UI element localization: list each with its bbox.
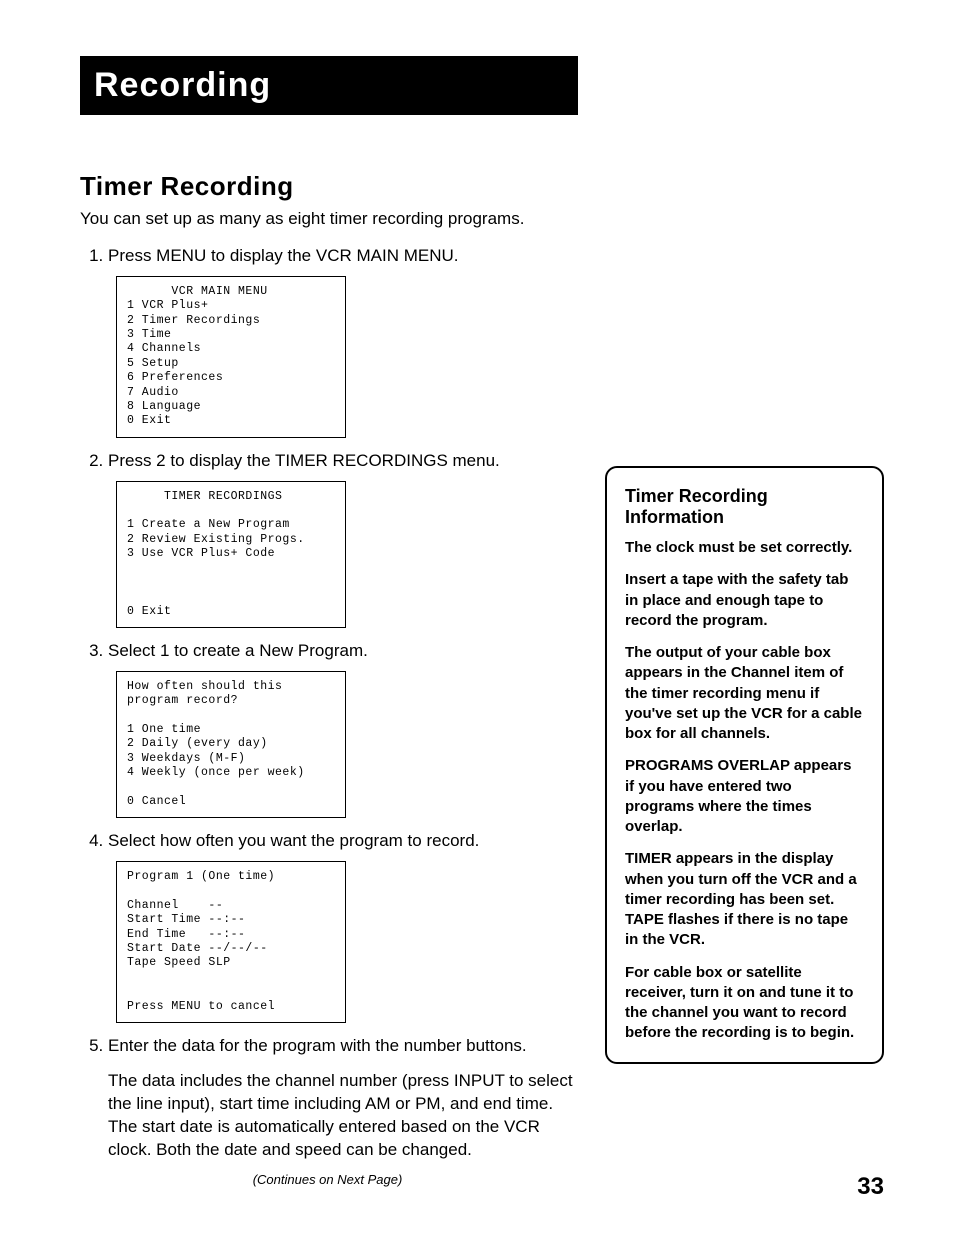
step-text: Enter the data for the program with the … <box>108 1036 527 1055</box>
step-text: Select 1 to create a New Program. <box>108 641 368 660</box>
step-item: Select how often you want the program to… <box>108 830 575 1023</box>
page-number: 33 <box>857 1173 884 1201</box>
steps-list: Press MENU to display the VCR MAIN MENU.… <box>80 245 575 1162</box>
screen-program-details: Program 1 (One time) Channel -- Start Ti… <box>116 861 346 1023</box>
step-text: Select how often you want the program to… <box>108 831 479 850</box>
step-text: Press 2 to display the TIMER RECORDINGS … <box>108 451 500 470</box>
screen-how-often: How often should this program record? 1 … <box>116 671 346 818</box>
info-box-para: PROGRAMS OVERLAP appears if you have ent… <box>625 756 864 837</box>
screen-vcr-main-menu: VCR MAIN MENU 1 VCR Plus+ 2 Timer Record… <box>116 276 346 438</box>
info-box-para: For cable box or satellite receiver, tur… <box>625 963 864 1044</box>
info-box-para: The output of your cable box appears in … <box>625 643 864 744</box>
chapter-title: Recording <box>94 66 564 105</box>
screen-timer-recordings: TIMER RECORDINGS 1 Create a New Program … <box>116 481 346 628</box>
step-item: Select 1 to create a New Program. How of… <box>108 640 575 818</box>
info-box-title: Timer Recording Information <box>625 486 864 528</box>
section-title: Timer Recording <box>80 171 575 202</box>
info-box-para: TIMER appears in the display when you tu… <box>625 849 864 950</box>
step-text: Press MENU to display the VCR MAIN MENU. <box>108 246 458 265</box>
info-box-para: Insert a tape with the safety tab in pla… <box>625 570 864 631</box>
intro-text: You can set up as many as eight timer re… <box>80 208 575 231</box>
step-paragraph: The data includes the channel number (pr… <box>108 1070 575 1162</box>
continues-note: (Continues on Next Page) <box>80 1172 575 1187</box>
step-item: Enter the data for the program with the … <box>108 1035 575 1162</box>
step-item: Press MENU to display the VCR MAIN MENU.… <box>108 245 575 438</box>
info-box: Timer Recording Information The clock mu… <box>605 466 884 1064</box>
step-item: Press 2 to display the TIMER RECORDINGS … <box>108 450 575 628</box>
chapter-title-bar: Recording <box>80 56 578 115</box>
info-box-para: The clock must be set correctly. <box>625 538 864 558</box>
